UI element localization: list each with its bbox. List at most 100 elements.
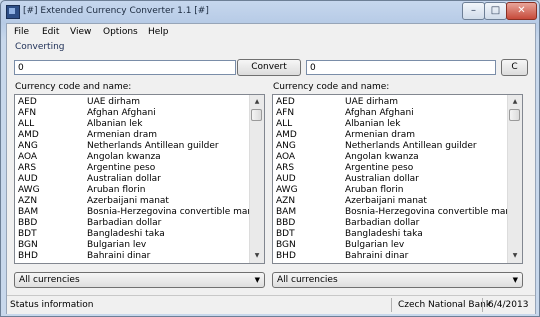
title-bar[interactable]: [#] Extended Currency Converter 1.1 [#] …: [1, 1, 539, 23]
currency-code: BHD: [276, 251, 296, 261]
target-filter-value: All currencies: [277, 275, 338, 285]
app-icon: [6, 5, 20, 19]
currency-code: BAM: [276, 207, 297, 217]
currency-code: BDT: [276, 229, 295, 239]
currency-name: Bahraini dinar: [87, 251, 151, 261]
list-item[interactable]: AOA Angolan kwanza: [15, 152, 251, 163]
list-item[interactable]: AWG Aruban florin: [15, 185, 251, 196]
list-item[interactable]: BHD Bahraini dinar: [15, 251, 251, 262]
result-field[interactable]: 0: [306, 60, 496, 75]
currency-code: BDT: [18, 229, 37, 239]
currency-name: Aruban florin: [345, 185, 404, 195]
scroll-down-arrow-icon[interactable]: ▼: [509, 250, 521, 262]
currency-name: Barbadian dollar: [345, 218, 420, 228]
list-item[interactable]: AED UAE dirham: [273, 97, 509, 108]
source-filter-dropdown[interactable]: All currencies ▼: [14, 272, 265, 288]
currency-code: BHD: [18, 251, 38, 261]
list-item[interactable]: ANG Netherlands Antillean guilder: [273, 141, 509, 152]
currency-name: Bulgarian lev: [345, 240, 405, 250]
target-currency-list[interactable]: AED UAE dirham AFN Afghan Afghani ALL Albania…: [272, 94, 523, 264]
list-item[interactable]: AUD Australian dollar: [15, 174, 251, 185]
right-list-scrollbar[interactable]: ▲ ▼: [507, 95, 522, 263]
list-item[interactable]: AUD Australian dollar: [273, 174, 509, 185]
currency-name: Armenian dram: [87, 130, 157, 140]
list-item[interactable]: AMD Armenian dram: [273, 130, 509, 141]
menu-edit[interactable]: Edit: [42, 27, 59, 37]
scroll-up-arrow-icon[interactable]: ▲: [509, 96, 521, 108]
list-item[interactable]: BAM Bosnia-Herzegovina convertible mark: [273, 207, 514, 218]
currency-name: Bahraini dinar: [345, 251, 409, 261]
target-filter-dropdown[interactable]: All currencies ▼: [272, 272, 523, 288]
currency-name: Barbadian dollar: [87, 218, 162, 228]
list-item[interactable]: ANG Netherlands Antillean guilder: [15, 141, 251, 152]
currency-code: ALL: [18, 119, 35, 129]
list-item[interactable]: BHD Bahraini dinar: [273, 251, 509, 262]
status-divider: [482, 298, 483, 312]
list-item[interactable]: AFN Afghan Afghani: [273, 108, 509, 119]
list-item[interactable]: BBD Barbadian dollar: [15, 218, 251, 229]
menu-file[interactable]: File: [14, 27, 29, 37]
status-bar: Status information Czech National Bank 6…: [7, 295, 535, 314]
close-button[interactable]: ✕: [506, 2, 537, 20]
currency-name: Angolan kwanza: [345, 152, 419, 162]
currency-code: BBD: [18, 218, 38, 228]
currency-code: BGN: [276, 240, 296, 250]
list-item[interactable]: ARS Argentine peso: [273, 163, 509, 174]
amount-input[interactable]: 0: [14, 60, 236, 75]
list-item[interactable]: ARS Argentine peso: [15, 163, 251, 174]
list-item[interactable]: AFN Afghan Afghani: [15, 108, 251, 119]
list-item[interactable]: AWG Aruban florin: [273, 185, 509, 196]
scroll-thumb[interactable]: [251, 109, 262, 121]
list-item[interactable]: ALL Albanian lek: [15, 119, 251, 130]
currency-code: AZN: [18, 196, 38, 206]
list-item[interactable]: BDT Bangladeshi taka: [273, 229, 509, 240]
currency-name: Bangladeshi taka: [87, 229, 165, 239]
list-item[interactable]: BGN Bulgarian lev: [273, 240, 509, 251]
status-divider: [391, 298, 392, 312]
left-list-label: Currency code and name:: [15, 82, 132, 92]
currency-name: Bosnia-Herzegovina convertible mark: [345, 207, 515, 217]
currency-name: Azerbaijani manat: [345, 196, 427, 206]
convert-button[interactable]: Convert: [237, 59, 301, 76]
currency-name: Bangladeshi taka: [345, 229, 423, 239]
currency-name: Australian dollar: [87, 174, 161, 184]
list-item[interactable]: BGN Bulgarian lev: [15, 240, 251, 251]
currency-name: Bulgarian lev: [87, 240, 147, 250]
list-item[interactable]: AED UAE dirham: [15, 97, 251, 108]
currency-code: AMD: [18, 130, 39, 140]
currency-name: Armenian dram: [345, 130, 415, 140]
list-item[interactable]: BDT Bangladeshi taka: [15, 229, 251, 240]
currency-name: Argentine peso: [345, 163, 414, 173]
currency-code: ALL: [276, 119, 293, 129]
currency-name: Angolan kwanza: [87, 152, 161, 162]
minimize-button[interactable]: –: [462, 2, 485, 20]
currency-code: AOA: [18, 152, 38, 162]
maximize-button[interactable]: □: [484, 2, 507, 20]
list-item[interactable]: AZN Azerbaijani manat: [15, 196, 251, 207]
left-list-scrollbar[interactable]: ▲ ▼: [249, 95, 264, 263]
menu-help[interactable]: Help: [148, 27, 169, 37]
scroll-up-arrow-icon[interactable]: ▲: [251, 96, 263, 108]
currency-name: UAE dirham: [345, 97, 399, 107]
currency-name: Azerbaijani manat: [87, 196, 169, 206]
window-title: [#] Extended Currency Converter 1.1 [#]: [23, 6, 209, 16]
scroll-down-arrow-icon[interactable]: ▼: [251, 250, 263, 262]
clear-button[interactable]: C: [501, 59, 528, 76]
list-item[interactable]: ALL Albanian lek: [273, 119, 509, 130]
currency-code: AUD: [276, 174, 296, 184]
list-item[interactable]: AZN Azerbaijani manat: [273, 196, 509, 207]
app-window: [#] Extended Currency Converter 1.1 [#] …: [0, 0, 540, 317]
list-item[interactable]: BBD Barbadian dollar: [273, 218, 509, 229]
currency-name: Aruban florin: [87, 185, 146, 195]
scroll-thumb[interactable]: [509, 109, 520, 121]
list-item[interactable]: BAM Bosnia-Herzegovina convertible mark: [15, 207, 256, 218]
source-currency-list[interactable]: AED UAE dirham AFN Afghan Afghani ALL Albania…: [14, 94, 265, 264]
menu-view[interactable]: View: [70, 27, 91, 37]
menu-options[interactable]: Options: [103, 27, 138, 37]
currency-code: ARS: [18, 163, 37, 173]
list-item[interactable]: AOA Angolan kwanza: [273, 152, 509, 163]
currency-code: AFN: [18, 108, 37, 118]
currency-code: ARS: [276, 163, 295, 173]
currency-code: AWG: [276, 185, 298, 195]
list-item[interactable]: AMD Armenian dram: [15, 130, 251, 141]
